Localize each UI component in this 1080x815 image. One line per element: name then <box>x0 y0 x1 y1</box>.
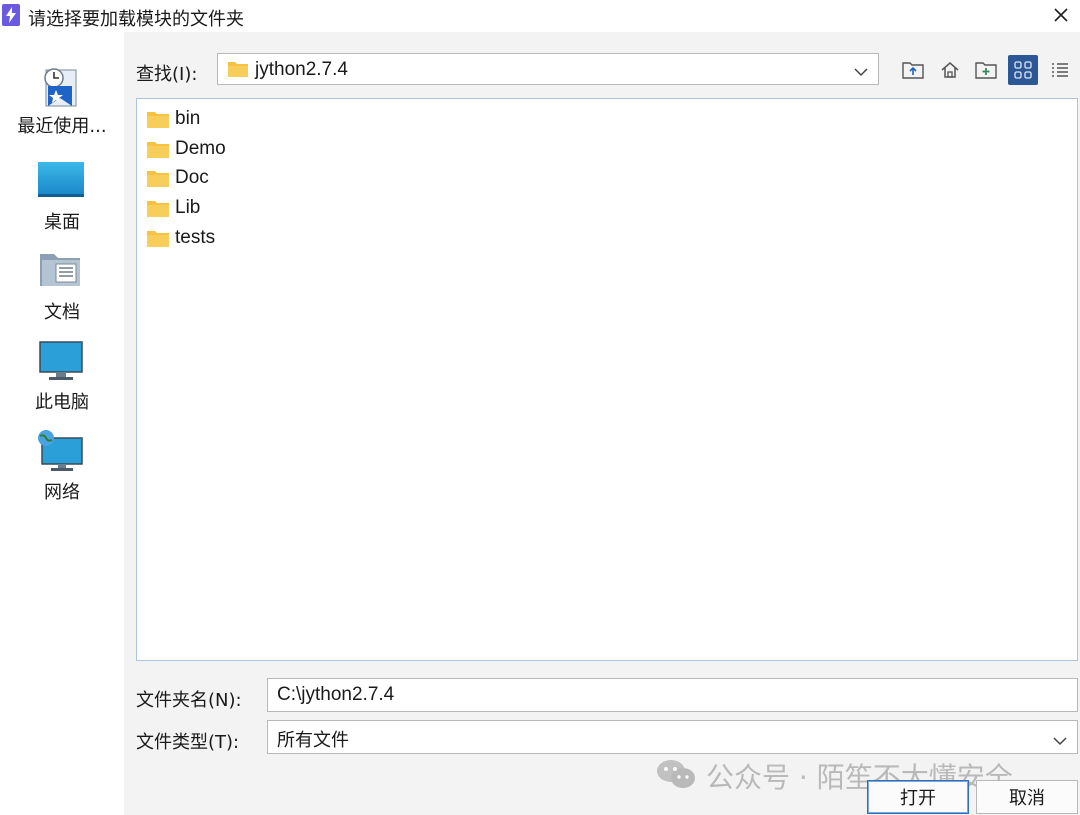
folder-name-label: 文件夹名(N): <box>136 690 242 711</box>
new-folder-icon <box>975 62 997 79</box>
file-name: bin <box>175 108 201 129</box>
file-name: Lib <box>175 197 201 218</box>
details-view-button[interactable] <box>1045 55 1075 85</box>
lookin-value: jython2.7.4 <box>255 59 348 80</box>
file-type-label: 文件类型(T): <box>136 732 240 753</box>
place-recent[interactable]: 最近使用... <box>0 64 124 144</box>
close-icon <box>1054 8 1068 22</box>
lookin-label: 查找(I): <box>136 64 198 85</box>
place-desktop[interactable]: 桌面 <box>0 160 124 240</box>
folder-icon <box>147 230 169 252</box>
up-folder-icon <box>902 62 924 79</box>
place-label: 桌面 <box>44 212 80 233</box>
file-name: Demo <box>175 138 226 159</box>
list-item[interactable]: tests <box>145 224 445 252</box>
close-button[interactable] <box>1046 2 1076 28</box>
chevron-down-icon <box>1053 733 1067 751</box>
documents-icon <box>38 250 84 294</box>
place-this-pc[interactable]: 此电脑 <box>0 340 124 420</box>
window-title: 请选择要加载模块的文件夹 <box>28 9 244 30</box>
chevron-down-icon <box>854 64 868 82</box>
lookin-dropdown[interactable]: jython2.7.4 <box>217 53 879 85</box>
title-bar: 请选择要加载模块的文件夹 <box>0 0 1080 32</box>
home-icon <box>941 62 959 78</box>
file-type-value: 所有文件 <box>277 730 349 751</box>
app-lightning-icon <box>2 4 20 26</box>
file-type-select[interactable]: 所有文件 <box>267 720 1078 754</box>
up-folder-button[interactable] <box>898 55 928 85</box>
folder-icon <box>228 61 248 82</box>
folder-icon <box>147 141 169 163</box>
place-label: 网络 <box>44 482 80 503</box>
list-item[interactable]: Lib <box>145 194 445 222</box>
list-view-button[interactable] <box>1008 55 1038 85</box>
place-network[interactable]: 网络 <box>0 430 124 510</box>
this-pc-icon <box>38 340 84 384</box>
open-button[interactable]: 打开 <box>867 780 969 814</box>
folder-icon <box>147 200 169 222</box>
file-name: Doc <box>175 167 209 188</box>
wechat-logo-icon <box>656 758 696 795</box>
list-item[interactable]: Doc <box>145 164 445 192</box>
place-label: 文档 <box>44 302 80 323</box>
list-item[interactable]: Demo <box>145 135 445 163</box>
places-bar: 最近使用... 桌面 文档 此电脑 网络 <box>0 32 124 815</box>
new-folder-button[interactable] <box>971 55 1001 85</box>
recent-places-icon <box>38 64 84 108</box>
place-label: 最近使用... <box>17 116 107 137</box>
file-list[interactable]: bin Demo Doc Lib tests <box>136 98 1078 661</box>
place-documents[interactable]: 文档 <box>0 250 124 330</box>
folder-name-input[interactable] <box>267 678 1078 712</box>
home-button[interactable] <box>935 55 965 85</box>
network-icon <box>38 430 84 474</box>
folder-icon <box>147 111 169 133</box>
list-item[interactable]: bin <box>145 105 445 133</box>
details-view-icon <box>1052 63 1068 77</box>
cancel-button[interactable]: 取消 <box>976 780 1078 814</box>
folder-icon <box>147 170 169 192</box>
place-label: 此电脑 <box>35 392 89 413</box>
list-view-icon <box>1014 61 1032 79</box>
file-name: tests <box>175 227 216 248</box>
desktop-icon <box>38 160 84 204</box>
